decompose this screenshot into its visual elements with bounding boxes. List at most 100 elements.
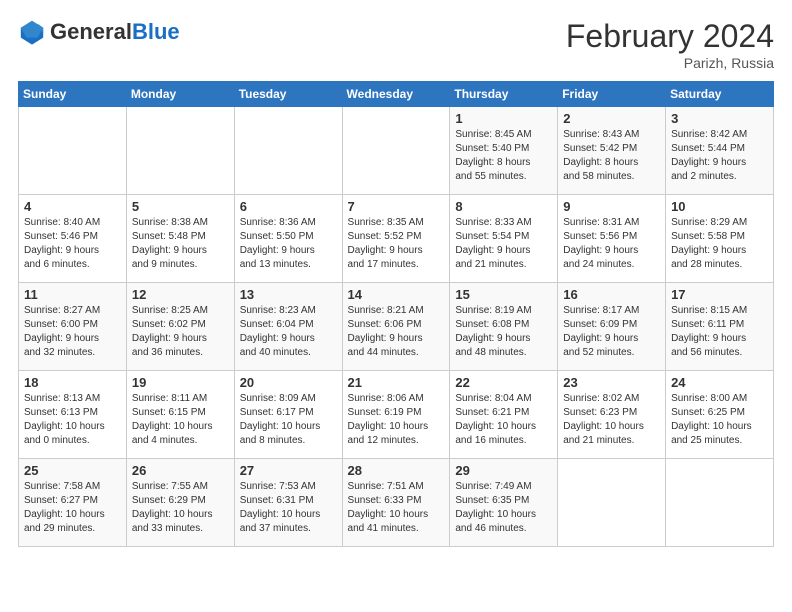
day-info: Sunrise: 8:11 AM Sunset: 6:15 PM Dayligh… bbox=[132, 392, 229, 448]
col-saturday: Saturday bbox=[666, 82, 774, 107]
week-row-5: 25 Sunrise: 7:58 AM Sunset: 6:27 PM Dayli… bbox=[19, 459, 774, 547]
day-number: 8 bbox=[455, 199, 552, 214]
day-info: Sunrise: 8:43 AM Sunset: 5:42 PM Dayligh… bbox=[563, 128, 660, 184]
header: GeneralBlue February 2024 Parizh, Russia bbox=[18, 18, 774, 71]
col-wednesday: Wednesday bbox=[342, 82, 450, 107]
calendar-cell: 14 Sunrise: 8:21 AM Sunset: 6:06 PM Dayli… bbox=[342, 283, 450, 371]
day-info: Sunrise: 8:35 AM Sunset: 5:52 PM Dayligh… bbox=[348, 216, 445, 272]
day-number: 18 bbox=[24, 375, 121, 390]
day-number: 20 bbox=[240, 375, 337, 390]
day-number: 10 bbox=[671, 199, 768, 214]
calendar-cell: 6Sunrise: 8:36 AM Sunset: 5:50 PM Daylig… bbox=[234, 195, 342, 283]
day-number: 9 bbox=[563, 199, 660, 214]
logo-text: GeneralBlue bbox=[50, 21, 180, 43]
day-info: Sunrise: 8:17 AM Sunset: 6:09 PM Dayligh… bbox=[563, 304, 660, 360]
logo-icon bbox=[18, 18, 46, 46]
day-number: 7 bbox=[348, 199, 445, 214]
calendar-cell: 26Sunrise: 7:55 AM Sunset: 6:29 PM Dayli… bbox=[126, 459, 234, 547]
calendar-cell: 3 Sunrise: 8:42 AM Sunset: 5:44 PM Daylig… bbox=[666, 107, 774, 195]
calendar-cell: 27Sunrise: 7:53 AM Sunset: 6:31 PM Dayli… bbox=[234, 459, 342, 547]
col-sunday: Sunday bbox=[19, 82, 127, 107]
logo-blue: Blue bbox=[132, 19, 180, 44]
calendar-cell: 15 Sunrise: 8:19 AM Sunset: 6:08 PM Dayli… bbox=[450, 283, 558, 371]
calendar-cell: 7 Sunrise: 8:35 AM Sunset: 5:52 PM Daylig… bbox=[342, 195, 450, 283]
day-number: 1 bbox=[455, 111, 552, 126]
calendar-cell: 20Sunrise: 8:09 AM Sunset: 6:17 PM Dayli… bbox=[234, 371, 342, 459]
calendar-cell: 1 Sunrise: 8:45 AM Sunset: 5:40 PM Daylig… bbox=[450, 107, 558, 195]
calendar-cell: 29 Sunrise: 7:49 AM Sunset: 6:35 PM Dayli… bbox=[450, 459, 558, 547]
day-info: Sunrise: 8:31 AM Sunset: 5:56 PM Dayligh… bbox=[563, 216, 660, 272]
day-number: 15 bbox=[455, 287, 552, 302]
calendar-table: Sunday Monday Tuesday Wednesday Thursday… bbox=[18, 81, 774, 547]
day-info: Sunrise: 8:19 AM Sunset: 6:08 PM Dayligh… bbox=[455, 304, 552, 360]
calendar-cell bbox=[342, 107, 450, 195]
day-info: Sunrise: 7:49 AM Sunset: 6:35 PM Dayligh… bbox=[455, 480, 552, 536]
day-info: Sunrise: 7:55 AM Sunset: 6:29 PM Dayligh… bbox=[132, 480, 229, 536]
day-info: Sunrise: 8:27 AM Sunset: 6:00 PM Dayligh… bbox=[24, 304, 121, 360]
day-info: Sunrise: 8:15 AM Sunset: 6:11 PM Dayligh… bbox=[671, 304, 768, 360]
day-number: 24 bbox=[671, 375, 768, 390]
day-number: 29 bbox=[455, 463, 552, 478]
day-number: 19 bbox=[132, 375, 229, 390]
day-number: 22 bbox=[455, 375, 552, 390]
day-info: Sunrise: 7:58 AM Sunset: 6:27 PM Dayligh… bbox=[24, 480, 121, 536]
calendar-cell: 23 Sunrise: 8:02 AM Sunset: 6:23 PM Dayli… bbox=[558, 371, 666, 459]
calendar-cell bbox=[126, 107, 234, 195]
day-number: 21 bbox=[348, 375, 445, 390]
calendar-cell: 13Sunrise: 8:23 AM Sunset: 6:04 PM Dayli… bbox=[234, 283, 342, 371]
location: Parizh, Russia bbox=[566, 55, 774, 71]
day-info: Sunrise: 8:29 AM Sunset: 5:58 PM Dayligh… bbox=[671, 216, 768, 272]
day-info: Sunrise: 8:42 AM Sunset: 5:44 PM Dayligh… bbox=[671, 128, 768, 184]
calendar-cell: 8 Sunrise: 8:33 AM Sunset: 5:54 PM Daylig… bbox=[450, 195, 558, 283]
day-info: Sunrise: 8:00 AM Sunset: 6:25 PM Dayligh… bbox=[671, 392, 768, 448]
logo: GeneralBlue bbox=[18, 18, 180, 46]
day-info: Sunrise: 8:06 AM Sunset: 6:19 PM Dayligh… bbox=[348, 392, 445, 448]
calendar-cell: 18 Sunrise: 8:13 AM Sunset: 6:13 PM Dayli… bbox=[19, 371, 127, 459]
calendar-body: 1 Sunrise: 8:45 AM Sunset: 5:40 PM Daylig… bbox=[19, 107, 774, 547]
calendar-cell bbox=[558, 459, 666, 547]
day-info: Sunrise: 8:38 AM Sunset: 5:48 PM Dayligh… bbox=[132, 216, 229, 272]
day-number: 17 bbox=[671, 287, 768, 302]
col-tuesday: Tuesday bbox=[234, 82, 342, 107]
calendar-cell: 24 Sunrise: 8:00 AM Sunset: 6:25 PM Dayli… bbox=[666, 371, 774, 459]
day-info: Sunrise: 8:45 AM Sunset: 5:40 PM Dayligh… bbox=[455, 128, 552, 184]
calendar-cell: 12 Sunrise: 8:25 AM Sunset: 6:02 PM Dayli… bbox=[126, 283, 234, 371]
day-info: Sunrise: 8:02 AM Sunset: 6:23 PM Dayligh… bbox=[563, 392, 660, 448]
day-number: 5 bbox=[132, 199, 229, 214]
day-number: 12 bbox=[132, 287, 229, 302]
day-number: 6 bbox=[240, 199, 337, 214]
day-number: 4 bbox=[24, 199, 121, 214]
calendar-cell: 17 Sunrise: 8:15 AM Sunset: 6:11 PM Dayli… bbox=[666, 283, 774, 371]
day-number: 23 bbox=[563, 375, 660, 390]
week-row-3: 11 Sunrise: 8:27 AM Sunset: 6:00 PM Dayli… bbox=[19, 283, 774, 371]
day-number: 27 bbox=[240, 463, 337, 478]
calendar-cell: 9 Sunrise: 8:31 AM Sunset: 5:56 PM Daylig… bbox=[558, 195, 666, 283]
calendar-cell bbox=[666, 459, 774, 547]
day-info: Sunrise: 8:25 AM Sunset: 6:02 PM Dayligh… bbox=[132, 304, 229, 360]
day-info: Sunrise: 8:04 AM Sunset: 6:21 PM Dayligh… bbox=[455, 392, 552, 448]
day-info: Sunrise: 8:13 AM Sunset: 6:13 PM Dayligh… bbox=[24, 392, 121, 448]
calendar-cell: 22 Sunrise: 8:04 AM Sunset: 6:21 PM Dayli… bbox=[450, 371, 558, 459]
day-number: 28 bbox=[348, 463, 445, 478]
col-monday: Monday bbox=[126, 82, 234, 107]
day-number: 3 bbox=[671, 111, 768, 126]
day-info: Sunrise: 7:51 AM Sunset: 6:33 PM Dayligh… bbox=[348, 480, 445, 536]
calendar-cell: 19 Sunrise: 8:11 AM Sunset: 6:15 PM Dayli… bbox=[126, 371, 234, 459]
day-number: 2 bbox=[563, 111, 660, 126]
day-number: 11 bbox=[24, 287, 121, 302]
calendar-cell: 21 Sunrise: 8:06 AM Sunset: 6:19 PM Dayli… bbox=[342, 371, 450, 459]
calendar-cell: 16 Sunrise: 8:17 AM Sunset: 6:09 PM Dayli… bbox=[558, 283, 666, 371]
day-info: Sunrise: 8:21 AM Sunset: 6:06 PM Dayligh… bbox=[348, 304, 445, 360]
day-number: 14 bbox=[348, 287, 445, 302]
col-thursday: Thursday bbox=[450, 82, 558, 107]
day-number: 16 bbox=[563, 287, 660, 302]
calendar-cell bbox=[19, 107, 127, 195]
day-number: 13 bbox=[240, 287, 337, 302]
week-row-1: 1 Sunrise: 8:45 AM Sunset: 5:40 PM Daylig… bbox=[19, 107, 774, 195]
day-number: 25 bbox=[24, 463, 121, 478]
calendar-cell: 25 Sunrise: 7:58 AM Sunset: 6:27 PM Dayli… bbox=[19, 459, 127, 547]
header-row: Sunday Monday Tuesday Wednesday Thursday… bbox=[19, 82, 774, 107]
day-info: Sunrise: 8:33 AM Sunset: 5:54 PM Dayligh… bbox=[455, 216, 552, 272]
col-friday: Friday bbox=[558, 82, 666, 107]
week-row-4: 18 Sunrise: 8:13 AM Sunset: 6:13 PM Dayli… bbox=[19, 371, 774, 459]
